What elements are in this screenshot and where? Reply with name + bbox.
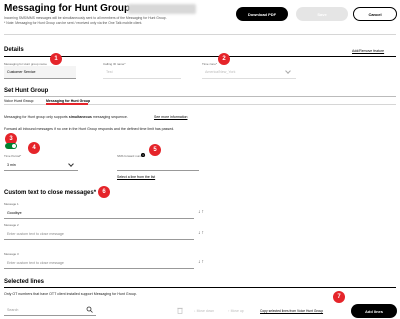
msg2-label: Message 2: [4, 223, 19, 227]
callout-badge-4: 4: [28, 142, 40, 154]
copy-lines-link[interactable]: Copy selected lines from Voice Hunt Grou…: [260, 309, 323, 313]
timezone-select[interactable]: America/New_York: [202, 66, 296, 79]
callout-badge-7: 7: [333, 291, 345, 303]
forward-toggle[interactable]: [5, 143, 17, 149]
reorder-arrows-icon[interactable]: ↓↑: [198, 209, 205, 215]
time-period-select[interactable]: 3 min: [4, 159, 78, 171]
message-1-input[interactable]: Goodbye: [4, 207, 194, 219]
callout-badge-5: 5: [149, 144, 161, 156]
download-pdf-button[interactable]: Download PDF: [236, 7, 288, 21]
support-text-bold: simultaneous: [68, 115, 92, 119]
add-lines-button[interactable]: Add lines: [351, 304, 397, 318]
lines-heading: Selected lines: [4, 279, 45, 285]
forward-text: Forward all inbound messages if no one i…: [4, 127, 175, 131]
select-line-link[interactable]: Select a line from the list: [117, 175, 155, 179]
active-tab-indicator: [46, 103, 88, 105]
message-2-input[interactable]: Enter custom text to close message: [4, 228, 194, 240]
time-label: Time Period*: [4, 154, 22, 158]
custom-heading: Custom text to close messages*: [4, 190, 97, 196]
support-text-suffix: messaging sequence.: [91, 115, 128, 119]
support-text-prefix: Messaging for Hunt group only supports: [4, 115, 69, 119]
reorder-arrows-icon[interactable]: ↓↑: [198, 230, 205, 236]
search-icon: [86, 306, 93, 313]
move-up-label: Move up: [230, 309, 244, 313]
see-more-link[interactable]: See more information: [154, 115, 187, 119]
callout-badge-1: 1: [50, 53, 62, 65]
support-text: Messaging for Hunt group only supports s…: [4, 115, 128, 119]
details-heading: Details: [4, 47, 24, 53]
save-button[interactable]: Save: [296, 7, 348, 21]
tab-voice-hunt-group[interactable]: Voice Hunt Group: [4, 99, 34, 103]
callout-badge-6: 6: [98, 186, 110, 198]
lines-divider: [4, 287, 396, 288]
calling-id-input[interactable]: Test: [103, 66, 181, 79]
move-down-button[interactable]: ↓ Move down: [194, 309, 214, 313]
title-redacted: [128, 4, 196, 14]
lines-note: Only OT numbers that have OTT client ins…: [4, 292, 137, 296]
group-name-input[interactable]: Customer Service: [4, 66, 76, 79]
reorder-arrows-icon[interactable]: ↓↑: [198, 259, 205, 265]
header-note-1: Incoming SMS/MMS messages will be simult…: [4, 16, 167, 20]
hunt-heading: Set Hunt Group: [4, 88, 49, 94]
add-remove-feature-link[interactable]: Add/Remove feature: [352, 49, 384, 53]
msg3-label: Message 3: [4, 252, 19, 256]
search-input[interactable]: Search: [4, 304, 96, 316]
trash-icon[interactable]: [177, 307, 183, 314]
move-down-label: Move down: [196, 309, 214, 313]
page-title: Messaging for Hunt Group: [4, 3, 131, 14]
cancel-button[interactable]: Cancel: [353, 7, 397, 21]
hunt-divider: [4, 96, 396, 97]
msg1-label: Message 1: [4, 202, 19, 206]
move-up-button[interactable]: ↑ Move up: [228, 309, 244, 313]
forward-number-input[interactable]: [117, 159, 199, 171]
info-icon[interactable]: i: [141, 153, 145, 157]
details-divider: [4, 56, 396, 57]
callout-badge-2: 2: [218, 53, 230, 65]
message-3-input[interactable]: Enter custom text to close message: [4, 257, 194, 269]
header-note-2: * Note: Messaging for Hunt Group can be …: [4, 21, 143, 25]
divider: [4, 34, 396, 35]
